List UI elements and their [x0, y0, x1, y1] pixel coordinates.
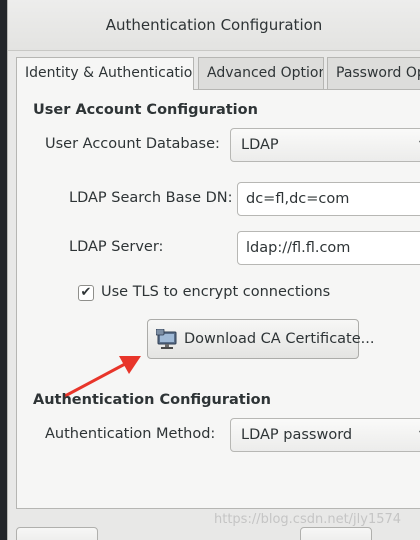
- watermark-text: https://blog.csdn.net/jly1574: [214, 512, 402, 527]
- dialog-right-button[interactable]: [300, 527, 372, 540]
- base-dn-label: LDAP Search Base DN:: [69, 190, 233, 206]
- checkmark-icon: ✔: [80, 285, 92, 300]
- tls-checkbox[interactable]: ✔: [78, 285, 94, 301]
- dialog-left-button[interactable]: [16, 527, 98, 540]
- auth-method-value: LDAP password: [241, 427, 353, 443]
- ldap-server-input[interactable]: ldap://fl.fl.com: [237, 231, 420, 265]
- auth-config-window: Authentication Configuration Identity & …: [7, 0, 420, 540]
- user-account-heading: User Account Configuration: [33, 102, 258, 118]
- download-button-label: Download CA Certificate...: [184, 331, 375, 347]
- authentication-heading: Authentication Configuration: [33, 392, 271, 408]
- auth-method-combo[interactable]: LDAP password ▼: [230, 418, 420, 452]
- tab-bar: Identity & Authentication Advanced Optio…: [16, 57, 420, 90]
- user-account-database-combo[interactable]: LDAP ▼: [230, 128, 420, 162]
- network-computer-icon: [155, 328, 180, 351]
- tls-checkbox-label: Use TLS to encrypt connections: [101, 284, 331, 300]
- database-value: LDAP: [241, 137, 279, 153]
- ldap-server-label: LDAP Server:: [69, 239, 164, 255]
- tab-password-options[interactable]: Password Opti: [327, 57, 420, 89]
- window-title: Authentication Configuration: [8, 0, 420, 51]
- auth-method-label: Authentication Method:: [45, 426, 216, 442]
- tab-identity-authentication[interactable]: Identity & Authentication: [16, 57, 194, 90]
- download-ca-certificate-button[interactable]: Download CA Certificate...: [147, 319, 374, 359]
- tab-advanced-options[interactable]: Advanced Options: [198, 57, 324, 89]
- database-label: User Account Database:: [45, 136, 220, 152]
- base-dn-input[interactable]: dc=fl,dc=com: [237, 182, 420, 216]
